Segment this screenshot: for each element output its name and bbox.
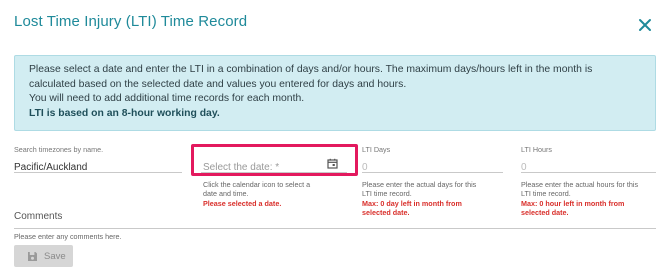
date-help: Click the calendar icon to select a date… bbox=[203, 180, 353, 208]
lti-hours-help-line: Please enter the actual hours for this bbox=[521, 180, 639, 189]
lti-hours-error: Max: 0 hour left in month from bbox=[521, 198, 625, 208]
close-button[interactable] bbox=[636, 16, 654, 34]
dialog-title: Lost Time Injury (LTI) Time Record bbox=[14, 13, 248, 30]
lti-hours-help: Please enter the actual hours for this L… bbox=[521, 180, 661, 218]
info-emphasis: LTI is based on an 8-hour working day. bbox=[29, 107, 220, 119]
lti-days-underline bbox=[362, 172, 503, 173]
lti-days-help-line: LTI time record. bbox=[362, 189, 412, 199]
date-error: Please selected a date. bbox=[203, 198, 282, 208]
lti-hours-label: LTI Hours bbox=[521, 145, 553, 154]
timezone-underline bbox=[14, 172, 182, 173]
date-help-line: date and time. bbox=[203, 189, 249, 199]
date-help-line: Click the calendar icon to select a bbox=[203, 180, 311, 189]
timezone-field: Search timezones by name. bbox=[14, 145, 184, 154]
comments-input[interactable] bbox=[14, 228, 656, 229]
save-label: Save bbox=[44, 250, 66, 262]
lti-days-error: selected date. bbox=[362, 208, 410, 218]
close-icon bbox=[639, 19, 651, 31]
floppy-disk-icon bbox=[28, 251, 37, 261]
date-highlight-box bbox=[191, 144, 358, 176]
lti-hours-help-line: LTI time record. bbox=[521, 189, 571, 199]
comments-help: Please enter any comments here. bbox=[14, 232, 122, 241]
lti-days-help-line: Please enter the actual days for this bbox=[362, 180, 477, 189]
save-button[interactable]: Save bbox=[14, 245, 73, 267]
lti-hours-error: selected date. bbox=[521, 208, 569, 218]
lti-hours-field: LTI Hours bbox=[521, 145, 552, 154]
info-line: calculated based on the selected date an… bbox=[29, 78, 407, 90]
info-line: Please select a date and enter the LTI i… bbox=[29, 64, 593, 75]
lti-days-field: LTI Days bbox=[362, 145, 390, 154]
lti-days-error: Max: 0 day left in month from bbox=[362, 198, 462, 208]
timezone-label: Search timezones by name. bbox=[14, 145, 104, 154]
info-line: You will need to add additional time rec… bbox=[29, 93, 305, 104]
lti-days-label: LTI Days bbox=[362, 145, 391, 154]
lti-days-help: Please enter the actual days for this LT… bbox=[362, 180, 507, 218]
comments-label: Comments bbox=[14, 211, 63, 222]
info-alert: Please select a date and enter the LTI i… bbox=[14, 55, 656, 131]
lti-hours-underline bbox=[521, 172, 656, 173]
